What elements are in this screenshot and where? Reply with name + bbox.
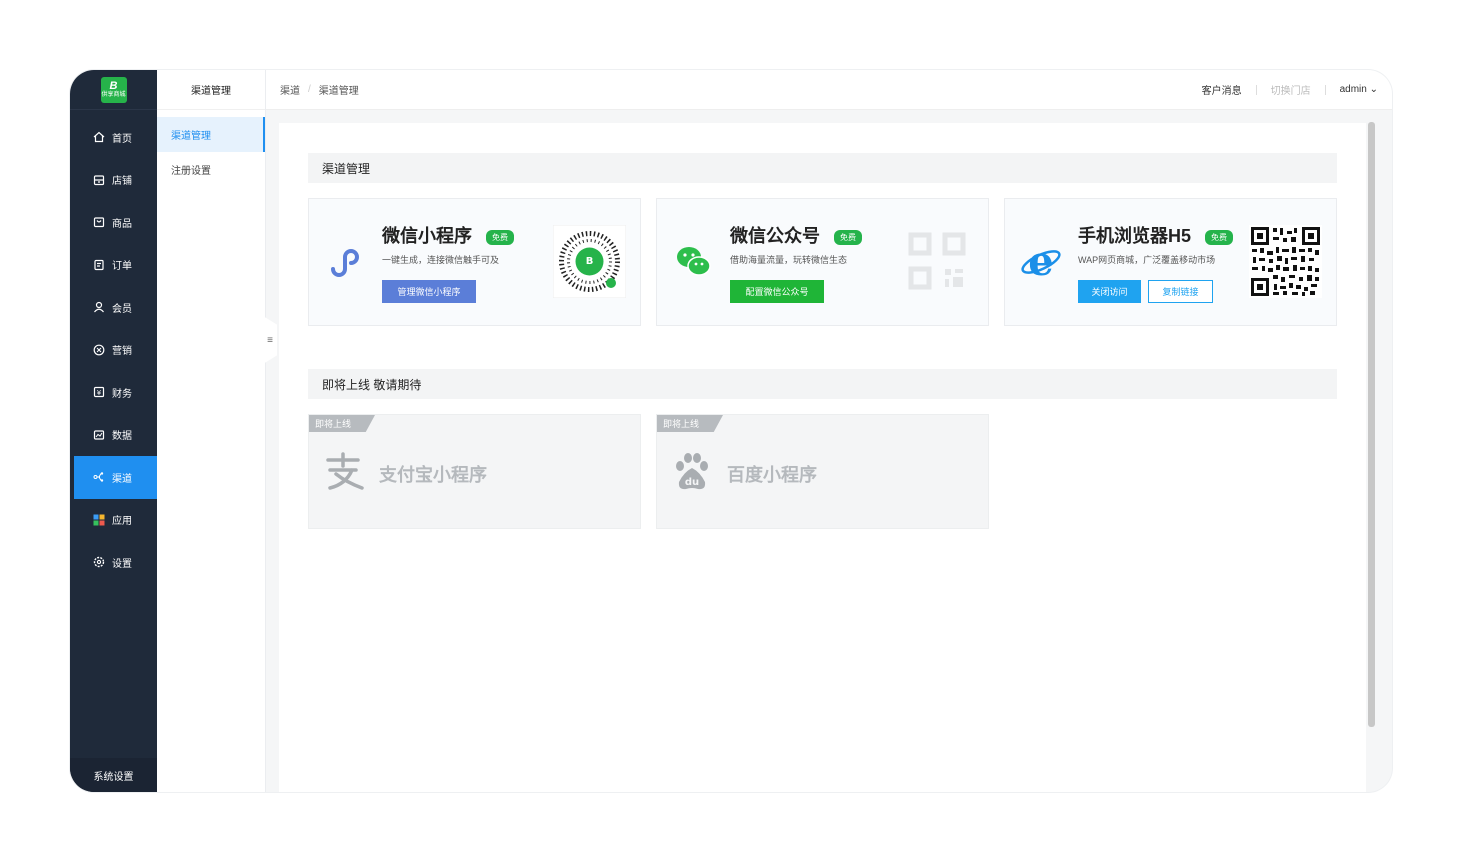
user-menu[interactable]: admin ⌄ [1326, 84, 1378, 95]
home-icon [92, 130, 106, 144]
channel-card-wechat-mini-program: 微信小程序 免费 一键生成，连接微信触手可及 管理微信小程序 B [308, 198, 641, 326]
gear-icon [92, 555, 106, 569]
svg-text:du: du [685, 477, 699, 488]
coming-soon-title: 支付宝小程序 [379, 465, 487, 485]
sub-item-channel-management[interactable]: 渠道管理 [157, 117, 265, 152]
scrollbar[interactable] [1368, 122, 1375, 727]
nav-item-marketing[interactable]: 营销 [74, 329, 157, 372]
main-sidebar: B 供享商城 首页 店铺 商品 订单 会员 营销 ¥ 财务 数据 渠道 应用 设置 … [70, 70, 157, 792]
nav-item-order[interactable]: 订单 [74, 244, 157, 287]
svg-text:B: B [586, 256, 594, 267]
section-title-channels: 渠道管理 [308, 153, 1337, 183]
h5-qr-code [1249, 225, 1322, 298]
coming-soon-title: 百度小程序 [727, 465, 817, 485]
apps-icon [92, 513, 106, 527]
card-title: 微信公众号 免费 [730, 222, 862, 248]
breadcrumb-channel-management: 渠道管理 [318, 86, 359, 97]
order-icon [92, 258, 106, 272]
nav-item-home[interactable]: 首页 [74, 116, 157, 159]
sub-sidebar: 渠道管理 渠道管理 注册设置 [157, 70, 266, 792]
breadcrumb-channel[interactable]: 渠道 [280, 82, 300, 97]
mini-program-icon [331, 249, 359, 277]
baidu-icon: du [676, 453, 708, 490]
collapse-sidebar-toggle[interactable]: ≡ [263, 316, 277, 364]
alipay-icon [326, 452, 364, 490]
header-actions: 客户消息 切换门店 admin ⌄ [1188, 82, 1378, 97]
card-description: WAP网页商城，广泛覆盖移动市场 [1078, 255, 1216, 265]
card-description: 借助海量流量，玩转微信生态 [730, 255, 848, 265]
configure-official-account-button[interactable]: 配置微信公众号 [730, 280, 824, 303]
channel-icon [92, 470, 106, 484]
free-badge: 免费 [486, 229, 514, 245]
copy-link-button[interactable]: 复制链接 [1148, 280, 1213, 303]
nav-item-member[interactable]: 会员 [74, 286, 157, 329]
main-nav: 首页 店铺 商品 订单 会员 营销 ¥ 财务 数据 渠道 应用 设置 [70, 116, 157, 584]
svg-text:¥: ¥ [97, 389, 102, 397]
card-title: 微信小程序 免费 [382, 222, 514, 248]
nav-item-store[interactable]: 店铺 [74, 159, 157, 202]
menu-icon: ≡ [267, 334, 273, 346]
nav-item-apps[interactable]: 应用 [74, 499, 157, 542]
svg-text:e: e [1028, 239, 1053, 285]
coming-soon-ribbon: 即将上线 [657, 415, 723, 432]
nav-item-data[interactable]: 数据 [74, 414, 157, 457]
logo-area: B 供享商城 [70, 70, 157, 110]
coming-soon-card-baidu: 即将上线 du 百度小程序 [656, 414, 989, 529]
chevron-down-icon: ⌄ [1369, 84, 1378, 95]
product-icon [92, 215, 106, 229]
manage-mini-program-button[interactable]: 管理微信小程序 [382, 280, 476, 303]
app-window: B 供享商城 首页 店铺 商品 订单 会员 营销 ¥ 财务 数据 渠道 应用 设置 … [70, 70, 1392, 792]
qr-placeholder-icon [908, 232, 966, 290]
card-description: 一键生成，连接微信触手可及 [382, 255, 500, 265]
card-title: 手机浏览器H5 免费 [1078, 222, 1234, 248]
channel-card-mobile-h5: e 手机浏览器H5 免费 WAP网页商城，广泛覆盖移动市场 关闭访问 复制链接 [1004, 198, 1337, 326]
breadcrumb: 渠道 / 渠道管理 [280, 82, 359, 97]
sub-item-registration-settings[interactable]: 注册设置 [157, 152, 265, 187]
free-badge: 免费 [1205, 229, 1234, 245]
data-icon [92, 428, 106, 442]
nav-item-channel[interactable]: 渠道 [74, 456, 157, 499]
nav-item-settings[interactable]: 设置 [74, 541, 157, 584]
ie-browser-icon: e [1021, 239, 1061, 285]
nav-item-finance[interactable]: ¥ 财务 [74, 371, 157, 414]
switch-store-link[interactable]: 切换门店 [1257, 82, 1325, 97]
close-access-button[interactable]: 关闭访问 [1078, 280, 1141, 303]
channel-card-wechat-official-account: 微信公众号 免费 借助海量流量，玩转微信生态 配置微信公众号 [656, 198, 989, 326]
nav-item-product[interactable]: 商品 [74, 201, 157, 244]
free-badge: 免费 [834, 229, 862, 245]
wechat-icon [677, 247, 711, 276]
breadcrumb-separator: / [308, 84, 311, 95]
sub-sidebar-title: 渠道管理 [157, 70, 265, 110]
finance-icon: ¥ [92, 385, 106, 399]
top-header: 渠道 / 渠道管理 客户消息 切换门店 admin ⌄ [266, 70, 1392, 110]
store-icon [92, 173, 106, 187]
mini-program-code: B [553, 225, 626, 298]
user-icon [92, 300, 106, 314]
main-content: 渠道管理 微信小程序 免费 一键生成，连接微信触手可及 管理微信小程序 B 微信… [279, 123, 1366, 792]
customer-messages-link[interactable]: 客户消息 [1188, 82, 1256, 97]
system-settings-button[interactable]: 系统设置 [70, 758, 157, 792]
section-title-coming-soon: 即将上线 敬请期待 [308, 369, 1337, 399]
coming-soon-card-alipay: 即将上线 支付宝小程序 [308, 414, 641, 529]
marketing-icon [92, 343, 106, 357]
coming-soon-ribbon: 即将上线 [309, 415, 375, 432]
logo[interactable]: B 供享商城 [100, 76, 127, 103]
